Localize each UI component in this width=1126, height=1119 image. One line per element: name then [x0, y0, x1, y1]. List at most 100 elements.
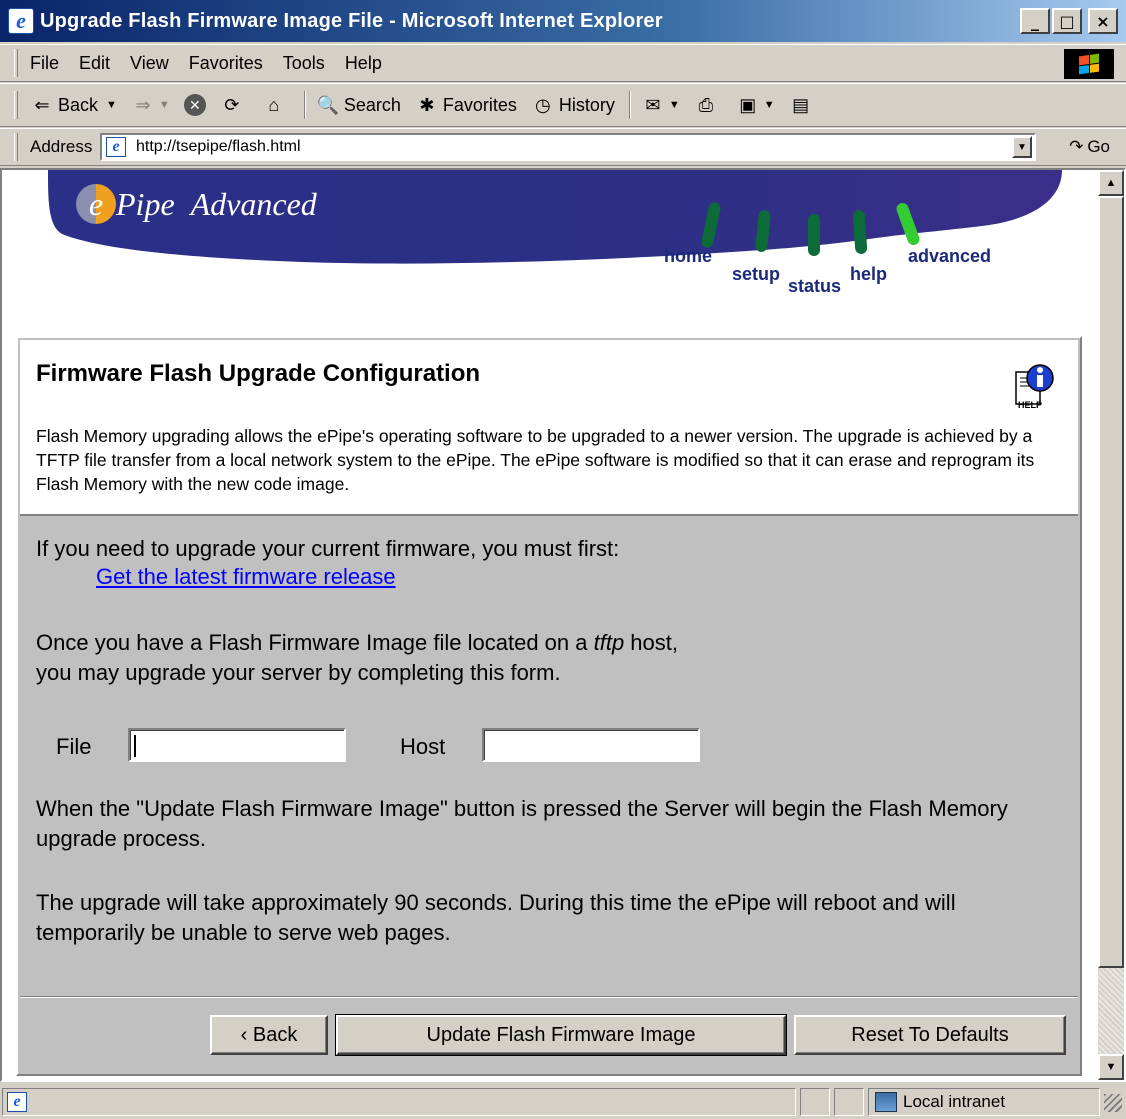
status-cell: [834, 1088, 864, 1116]
favorites-icon: ✱: [419, 94, 435, 115]
page-content: e Pipe Advanced home setup status help a…: [2, 170, 1098, 1080]
epipe-logo: e Pipe Advanced: [76, 184, 317, 224]
menu-tools[interactable]: Tools: [283, 53, 325, 74]
history-label: History: [558, 94, 615, 115]
search-label: Search: [343, 94, 401, 115]
logo-e: e: [76, 184, 116, 224]
file-label: File: [56, 734, 92, 759]
back-arrow-icon: ⇐: [34, 94, 50, 115]
address-input[interactable]: e http://tsepipe/flash.html ▼: [100, 133, 1036, 161]
scroll-thumb[interactable]: [1098, 196, 1124, 968]
menu-edit[interactable]: Edit: [79, 53, 110, 74]
scroll-down-icon[interactable]: ▼: [1098, 1054, 1124, 1080]
windows-logo-icon: [1064, 49, 1114, 79]
menu-favorites[interactable]: Favorites: [189, 53, 263, 74]
address-dropdown-icon[interactable]: ▼: [1012, 136, 1032, 158]
nav-home[interactable]: home: [664, 246, 712, 267]
forward-button[interactable]: ⇒ ▼: [131, 93, 170, 117]
nav-advanced[interactable]: advanced: [908, 246, 991, 267]
home-icon: ⌂: [268, 94, 280, 115]
edit-button[interactable]: ▣ ▼: [736, 93, 775, 117]
menu-help[interactable]: Help: [345, 53, 382, 74]
nav-help[interactable]: help: [850, 264, 887, 285]
edit-icon: ▣: [739, 94, 757, 115]
help-icon-label: HELP: [1018, 400, 1042, 410]
close-button[interactable]: ×: [1088, 8, 1118, 34]
favorites-label: Favorites: [442, 94, 517, 115]
tftp-text: Once you have a Flash Firmware Image fil…: [36, 628, 678, 688]
back-button[interactable]: ⇐ Back ▼: [30, 93, 117, 117]
epipe-banner: e Pipe Advanced home setup status help a…: [2, 170, 1098, 340]
page-status-icon: e: [7, 1092, 27, 1112]
menu-view[interactable]: View: [130, 53, 169, 74]
update-firmware-button[interactable]: Update Flash Firmware Image: [335, 1014, 787, 1056]
back-dropdown-icon: ▼: [106, 99, 117, 111]
button-divider: [20, 996, 1078, 998]
status-cell: [800, 1088, 830, 1116]
update-note: When the "Update Flash Firmware Image" b…: [36, 796, 1008, 851]
status-zone: Local intranet: [868, 1088, 1100, 1116]
status-main: e: [2, 1088, 796, 1116]
scroll-up-icon[interactable]: ▲: [1098, 170, 1124, 196]
nav-setup[interactable]: setup: [732, 264, 780, 285]
edit-dropdown-icon: ▼: [763, 99, 775, 111]
window-title: Upgrade Flash Firmware Image File - Micr…: [40, 9, 663, 32]
tftp-word: tftp: [593, 630, 625, 655]
title-bar: e Upgrade Flash Firmware Image File - Mi…: [0, 0, 1126, 44]
vertical-scrollbar[interactable]: ▲ ▼: [1098, 170, 1124, 1080]
home-button[interactable]: ⌂: [262, 93, 290, 117]
back-page-button[interactable]: ‹ Back: [210, 1015, 328, 1055]
address-grip: [14, 133, 18, 161]
window-controls: _ □ ×: [1020, 8, 1118, 34]
toolbar-separator: [303, 91, 306, 119]
page-icon: e: [106, 137, 126, 157]
toolbar-grip: [14, 91, 18, 119]
forward-dropdown-icon: ▼: [158, 99, 170, 111]
back-label: Back: [58, 94, 99, 115]
refresh-button[interactable]: ⟳: [220, 93, 248, 117]
file-input[interactable]: [128, 728, 346, 762]
menu-file[interactable]: File: [30, 53, 59, 74]
stop-button[interactable]: ✕: [183, 94, 206, 116]
tftp-text-line2: you may upgrade your server by completin…: [36, 660, 561, 685]
print-icon: ⎙: [698, 94, 713, 115]
history-icon: ◷: [535, 94, 551, 115]
intro-text: If you need to upgrade your current firm…: [36, 536, 620, 561]
menu-grip: [14, 49, 18, 77]
mail-icon: ✉: [645, 94, 661, 115]
maximize-button[interactable]: □: [1052, 8, 1082, 34]
host-input[interactable]: [482, 728, 700, 762]
latest-firmware-link[interactable]: Get the latest firmware release: [96, 564, 396, 590]
mail-dropdown-icon: ▼: [668, 99, 680, 111]
intranet-icon: [875, 1092, 897, 1112]
toolbar-separator: [628, 91, 631, 119]
nav-status[interactable]: status: [788, 276, 841, 297]
status-bar: e Local intranet: [0, 1084, 1126, 1119]
discuss-icon: ▤: [792, 94, 810, 115]
mail-button[interactable]: ✉ ▼: [641, 93, 680, 117]
go-label: Go: [1087, 137, 1110, 156]
panel-title: Firmware Flash Upgrade Configuration: [36, 360, 481, 387]
print-button[interactable]: ⎙: [694, 93, 722, 117]
favorites-button[interactable]: ✱ Favorites: [415, 93, 517, 117]
address-bar: Address e http://tsepipe/flash.html ▼ ↷ …: [0, 128, 1126, 166]
tftp-text-post: host,: [624, 630, 678, 655]
toolbar: ⇐ Back ▼ ⇒ ▼ ✕ ⟳ ⌂ 🔍 Search ✱ Favorites …: [0, 83, 1126, 127]
resize-grip-icon[interactable]: [1104, 1094, 1122, 1112]
tftp-text-pre: Once you have a Flash Firmware Image fil…: [36, 630, 594, 655]
minimize-button[interactable]: _: [1020, 8, 1050, 34]
search-button[interactable]: 🔍 Search: [316, 93, 401, 117]
stop-icon: ✕: [183, 94, 206, 116]
host-label: Host: [400, 734, 446, 759]
search-icon: 🔍: [316, 94, 340, 115]
logo-pipe: Pipe: [116, 185, 175, 222]
go-button[interactable]: ↷ Go: [1069, 137, 1110, 157]
reset-defaults-button[interactable]: Reset To Defaults: [794, 1015, 1066, 1055]
address-url: http://tsepipe/flash.html: [136, 138, 301, 155]
history-button[interactable]: ◷ History: [531, 93, 615, 117]
refresh-icon: ⟳: [224, 94, 240, 115]
logo-advanced: Advanced: [190, 185, 317, 222]
help-icon[interactable]: HELP: [1014, 362, 1054, 410]
discuss-button[interactable]: ▤: [789, 93, 817, 117]
go-arrow-icon: ↷: [1069, 137, 1084, 156]
